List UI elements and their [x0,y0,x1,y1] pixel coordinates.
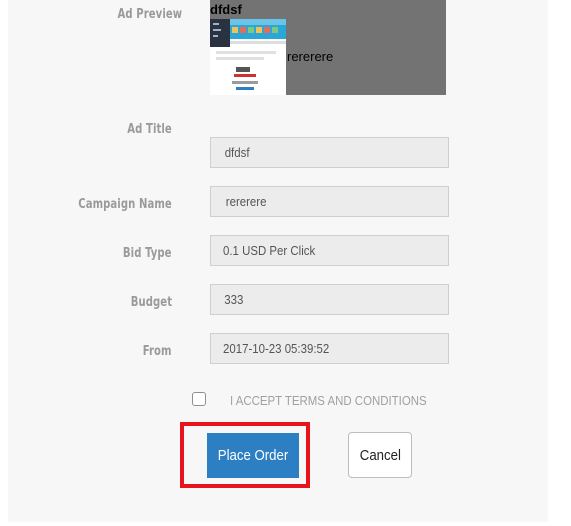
from-label: From [143,344,172,359]
from-field[interactable]: 2017-10-23 05:39:52 [210,333,449,364]
from-value: 2017-10-23 05:39:52 [223,341,330,356]
budget-field[interactable]: 333 [210,284,449,315]
campaign-name-label: Campaign Name [78,197,172,212]
campaign-name-field[interactable]: rererere [210,186,449,217]
cancel-label: Cancel [359,446,401,464]
budget-value: 333 [224,292,244,307]
bid-type-value: 0.1 USD Per Click [223,243,316,258]
ad-preview-thumbnail [210,19,286,95]
ad-preview-title: dfdsf [210,2,242,17]
terms-checkbox[interactable] [192,392,206,406]
terms-label: I ACCEPT TERMS AND CONDITIONS [230,393,427,408]
ad-title-value: dfdsf [224,145,250,160]
bid-type-label: Bid Type [123,246,172,261]
place-order-label: Place Order [217,447,289,464]
ad-preview-label: Ad Preview [117,7,182,22]
ad-preview-body: rererere [287,49,334,64]
budget-label: Budget [130,295,172,310]
ad-title-label: Ad Title [127,122,172,137]
ad-title-field[interactable]: dfdsf [210,137,449,168]
place-order-button[interactable]: Place Order [207,433,299,478]
order-form-panel: Ad Preview dfdsf rererere Ad Title dfdsf… [8,0,548,522]
cancel-button[interactable]: Cancel [348,432,412,478]
ad-preview: dfdsf rererere [210,0,446,95]
bid-type-field[interactable]: 0.1 USD Per Click [210,235,449,266]
campaign-name-value: rererere [225,194,267,209]
